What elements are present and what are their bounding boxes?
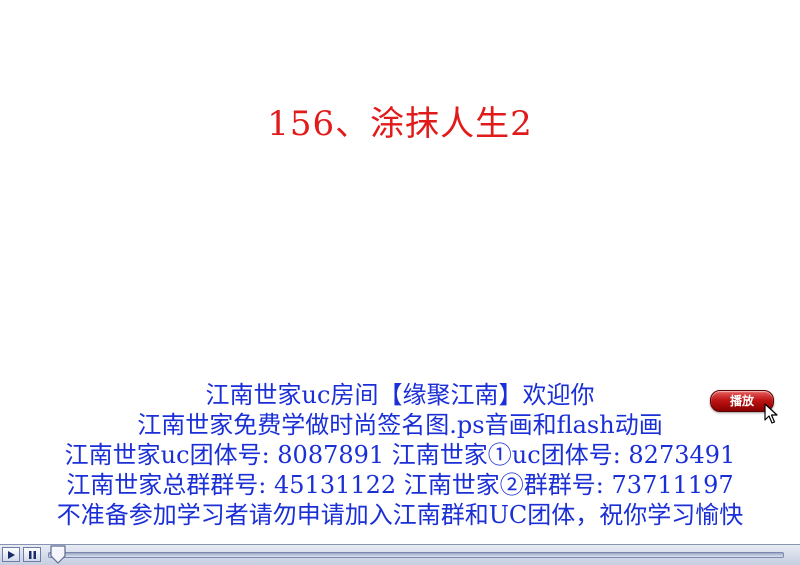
progress-track[interactable] <box>48 552 784 558</box>
page-title: 156、涂抹人生2 <box>267 104 533 144</box>
player-control-bar <box>0 544 800 565</box>
control-pause-button[interactable] <box>23 547 41 562</box>
control-play-button[interactable] <box>2 547 20 562</box>
info-line-free-learning: 江南世家免费学做时尚签名图.ps音画和flash动画 <box>137 411 663 439</box>
pause-icon <box>29 551 36 559</box>
info-line-welcome: 江南世家uc房间【缘聚江南】欢迎你 <box>205 381 595 409</box>
scrubber-thumb-icon[interactable] <box>49 545 67 564</box>
info-line-qq-groups: 江南世家总群群号: 45131122 江南世家②群群号: 73711197 <box>66 471 734 499</box>
mouse-pointer-icon <box>764 403 778 424</box>
flash-stage: 156、涂抹人生2 江南世家uc房间【缘聚江南】欢迎你 江南世家免费学做时尚签名… <box>0 0 800 565</box>
info-line-uc-groups: 江南世家uc团体号: 8087891 江南世家①uc团体号: 8273491 <box>64 441 736 469</box>
info-line-notice: 不准备参加学习者请勿申请加入江南群和UC团体，祝你学习愉快 <box>56 501 744 529</box>
info-block: 江南世家uc房间【缘聚江南】欢迎你 江南世家免费学做时尚签名图.ps音画和fla… <box>0 380 800 530</box>
play-icon <box>8 551 15 559</box>
